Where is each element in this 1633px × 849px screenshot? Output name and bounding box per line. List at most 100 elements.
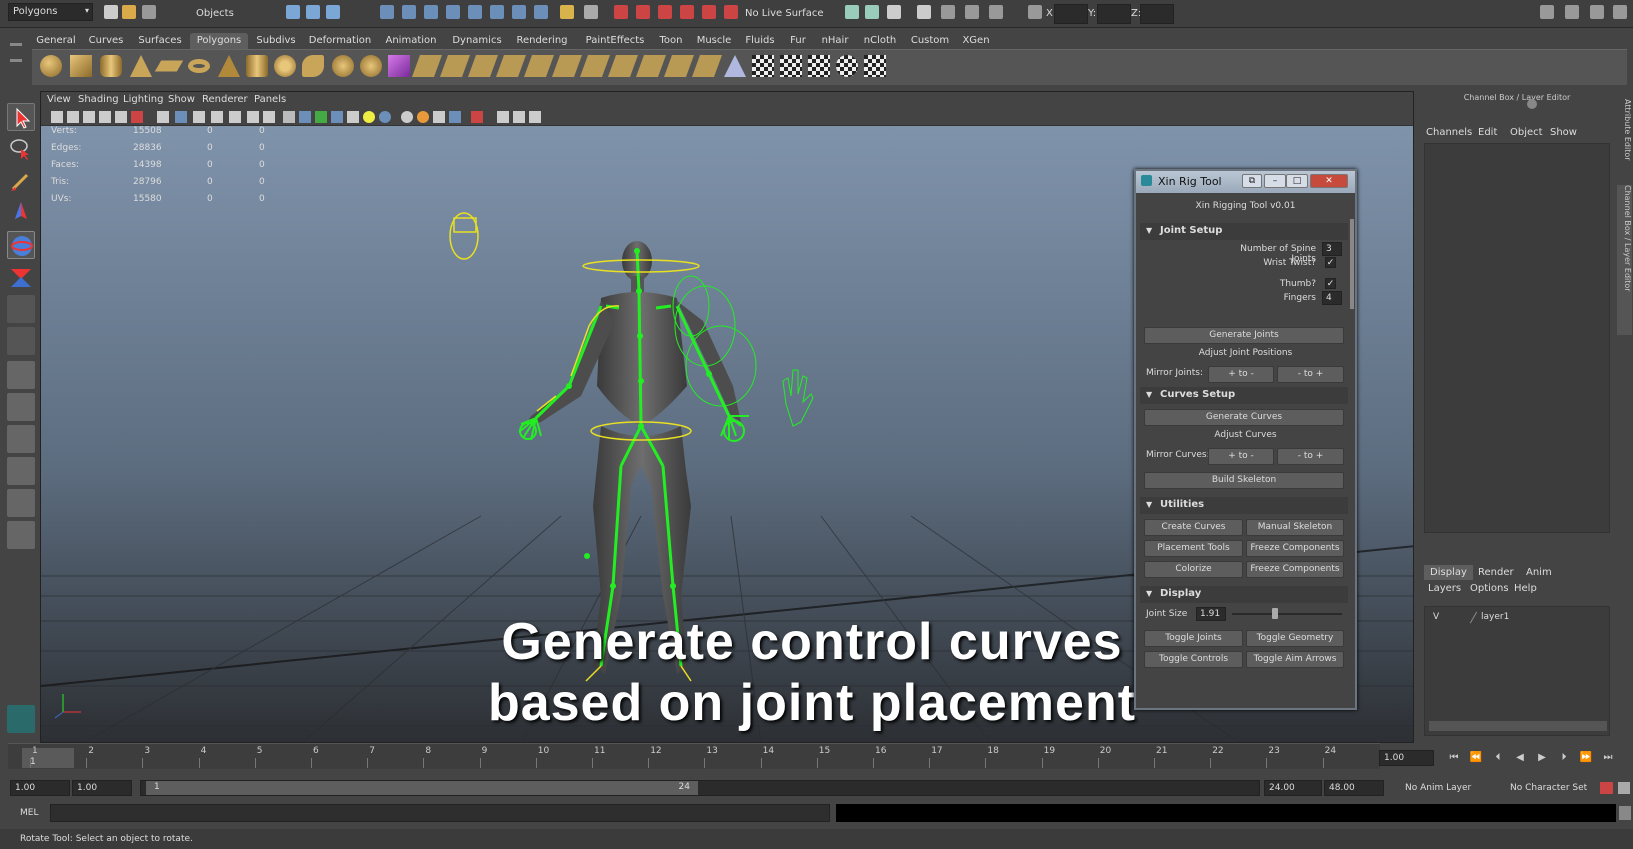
- layer-name[interactable]: layer1: [1481, 612, 1509, 622]
- joint-size-slider-handle[interactable]: [1272, 608, 1278, 619]
- layout-four-view-icon[interactable]: [7, 393, 35, 421]
- colorize-button[interactable]: Colorize: [1144, 561, 1243, 578]
- poly-extract-icon[interactable]: [360, 55, 382, 77]
- toggle-joints-button[interactable]: Toggle Joints: [1144, 630, 1243, 647]
- transform-field-icon[interactable]: [1028, 5, 1042, 19]
- select-highlighted-icon[interactable]: [584, 5, 598, 19]
- wireframe-icon[interactable]: [283, 111, 295, 123]
- film-gate-icon[interactable]: [175, 111, 187, 123]
- image-plane-icon[interactable]: [99, 111, 111, 123]
- layer-tab-display[interactable]: Display: [1424, 565, 1473, 580]
- animation-end-field[interactable]: 48.00: [1324, 780, 1384, 796]
- viewport-menu-panels[interactable]: Panels: [254, 94, 286, 105]
- field-chart-icon[interactable]: [229, 111, 241, 123]
- layout-more-icon[interactable]: [7, 553, 35, 563]
- close-button[interactable]: ✕: [1310, 174, 1348, 188]
- layer-scrollbar[interactable]: [1429, 721, 1607, 731]
- range-slider-handle[interactable]: 1 24: [146, 781, 698, 795]
- shelf-tab-polygons[interactable]: Polygons: [190, 33, 248, 49]
- textured-icon[interactable]: [331, 111, 343, 123]
- playback-start-field[interactable]: 1.00: [72, 780, 132, 796]
- shelf-tab-muscle[interactable]: Muscle: [692, 33, 736, 49]
- layer-tab-anim[interactable]: Anim: [1520, 565, 1558, 580]
- attribute-editor-tab[interactable]: Attribute Editor: [1617, 99, 1632, 179]
- help-icon[interactable]: [534, 5, 548, 19]
- joint-size-field[interactable]: 1.91: [1196, 607, 1226, 621]
- xin-rig-tool-window[interactable]: Xin Rig Tool ⧉ – □ ✕ Xin Rigging Tool v0…: [1134, 169, 1357, 710]
- selection-mask-label[interactable]: Objects: [196, 8, 234, 19]
- channel-box-toggle-icon[interactable]: [865, 5, 879, 19]
- channel-list[interactable]: [1424, 143, 1610, 533]
- tool-settings-icon[interactable]: [887, 5, 901, 19]
- thumb-checkbox[interactable]: ✓: [1325, 278, 1336, 289]
- layout-outliner-persp-icon[interactable]: [7, 489, 35, 517]
- poly-combine-icon[interactable]: [302, 55, 324, 77]
- x-coord-field[interactable]: [1054, 4, 1088, 24]
- shadows-icon[interactable]: [379, 111, 391, 123]
- animation-prefs-icon[interactable]: [1618, 782, 1630, 794]
- uv-cylindrical-icon[interactable]: [780, 55, 802, 77]
- layout-four-icon[interactable]: [1565, 5, 1579, 19]
- viewport-menu-shading[interactable]: Shading: [78, 94, 119, 105]
- mirror-joints-neg-button[interactable]: - to +: [1277, 366, 1344, 383]
- checker-icon[interactable]: [347, 111, 359, 123]
- snap-plane-icon[interactable]: [446, 5, 460, 19]
- layer-tab-render[interactable]: Render: [1472, 565, 1520, 580]
- new-scene-icon[interactable]: [104, 5, 118, 19]
- shelf-tab-dynamics[interactable]: Dynamics: [447, 33, 507, 49]
- shelf-tab-xgen[interactable]: XGen: [958, 33, 994, 49]
- shelf-tab-curves[interactable]: Curves: [84, 33, 128, 49]
- uv-automatic-icon[interactable]: [836, 55, 858, 77]
- magnet-icon[interactable]: [724, 5, 738, 19]
- toggle-geometry-button[interactable]: Toggle Geometry: [1246, 630, 1344, 647]
- screen-space-ao-icon[interactable]: [401, 111, 413, 123]
- layer-menu-help[interactable]: Help: [1514, 583, 1537, 594]
- layout-outliner-icon[interactable]: [1613, 5, 1627, 19]
- wrist-twist-checkbox[interactable]: ✓: [1325, 257, 1336, 268]
- window-scrollbar[interactable]: [1350, 219, 1354, 309]
- mirror-curves-neg-button[interactable]: - to +: [1277, 448, 1344, 465]
- toggle-aim-arrows-button[interactable]: Toggle Aim Arrows: [1246, 651, 1344, 668]
- hypershade-icon[interactable]: [702, 5, 716, 19]
- viewport-menu-lighting[interactable]: Lighting: [123, 94, 163, 105]
- lasso-tool-icon[interactable]: [7, 135, 35, 163]
- time-slider[interactable]: 1 1 2 3 4 5 6 7 8 9 10 11 12 13 14 15 16 17 18 19 20 21 22 23 2…: [8, 743, 1380, 769]
- resolution-gate-icon[interactable]: [193, 111, 205, 123]
- step-forward-button[interactable]: ⏩: [1577, 752, 1595, 766]
- wireframe-on-shaded-icon[interactable]: [315, 111, 327, 123]
- window-title-bar[interactable]: Xin Rig Tool ⧉ – □ ✕: [1136, 171, 1355, 193]
- layer-menu-layers[interactable]: Layers: [1428, 583, 1461, 594]
- snap-curve-icon[interactable]: [402, 5, 416, 19]
- outliner-icon[interactable]: [941, 5, 955, 19]
- select-tool-icon[interactable]: [7, 103, 35, 131]
- play-back-button[interactable]: ◀: [1511, 752, 1529, 766]
- move-tool-icon[interactable]: [7, 199, 35, 227]
- xray-joints-icon[interactable]: [513, 111, 525, 123]
- y-coord-field[interactable]: [1097, 4, 1131, 24]
- camera-select-icon[interactable]: [51, 111, 63, 123]
- layout-hypershade-icon[interactable]: [7, 457, 35, 485]
- go-to-start-button[interactable]: ⏮: [1445, 752, 1463, 766]
- render-current-icon[interactable]: [636, 5, 650, 19]
- snap-view-icon[interactable]: [490, 5, 504, 19]
- prev-key-button[interactable]: ⏴: [1489, 752, 1507, 766]
- graph-editor-icon[interactable]: [965, 5, 979, 19]
- poly-separate-icon[interactable]: [332, 55, 354, 77]
- layout-persp-icon[interactable]: [1590, 5, 1604, 19]
- poly-torus-icon[interactable]: [188, 59, 210, 73]
- rotate-tool-icon[interactable]: [7, 231, 35, 259]
- next-key-button[interactable]: ⏵: [1555, 752, 1573, 766]
- poly-sphere-icon[interactable]: [40, 55, 62, 77]
- restore-button[interactable]: ⧉: [1242, 174, 1262, 188]
- fingers-field[interactable]: 4: [1322, 291, 1342, 305]
- grease-pencil-icon[interactable]: [131, 111, 143, 123]
- shelf-tab-nhair[interactable]: nHair: [816, 33, 854, 49]
- play-forward-button[interactable]: ▶: [1533, 752, 1551, 766]
- shelf-tab-menu-icon[interactable]: [10, 43, 22, 46]
- shelf-tab-rendering[interactable]: Rendering: [510, 33, 574, 49]
- 2d-pan-icon[interactable]: [115, 111, 127, 123]
- auto-key-icon[interactable]: [1600, 782, 1613, 794]
- safe-action-icon[interactable]: [247, 111, 259, 123]
- character-set-dropdown[interactable]: No Character Set: [1510, 783, 1587, 793]
- xray-components-icon[interactable]: [529, 111, 541, 123]
